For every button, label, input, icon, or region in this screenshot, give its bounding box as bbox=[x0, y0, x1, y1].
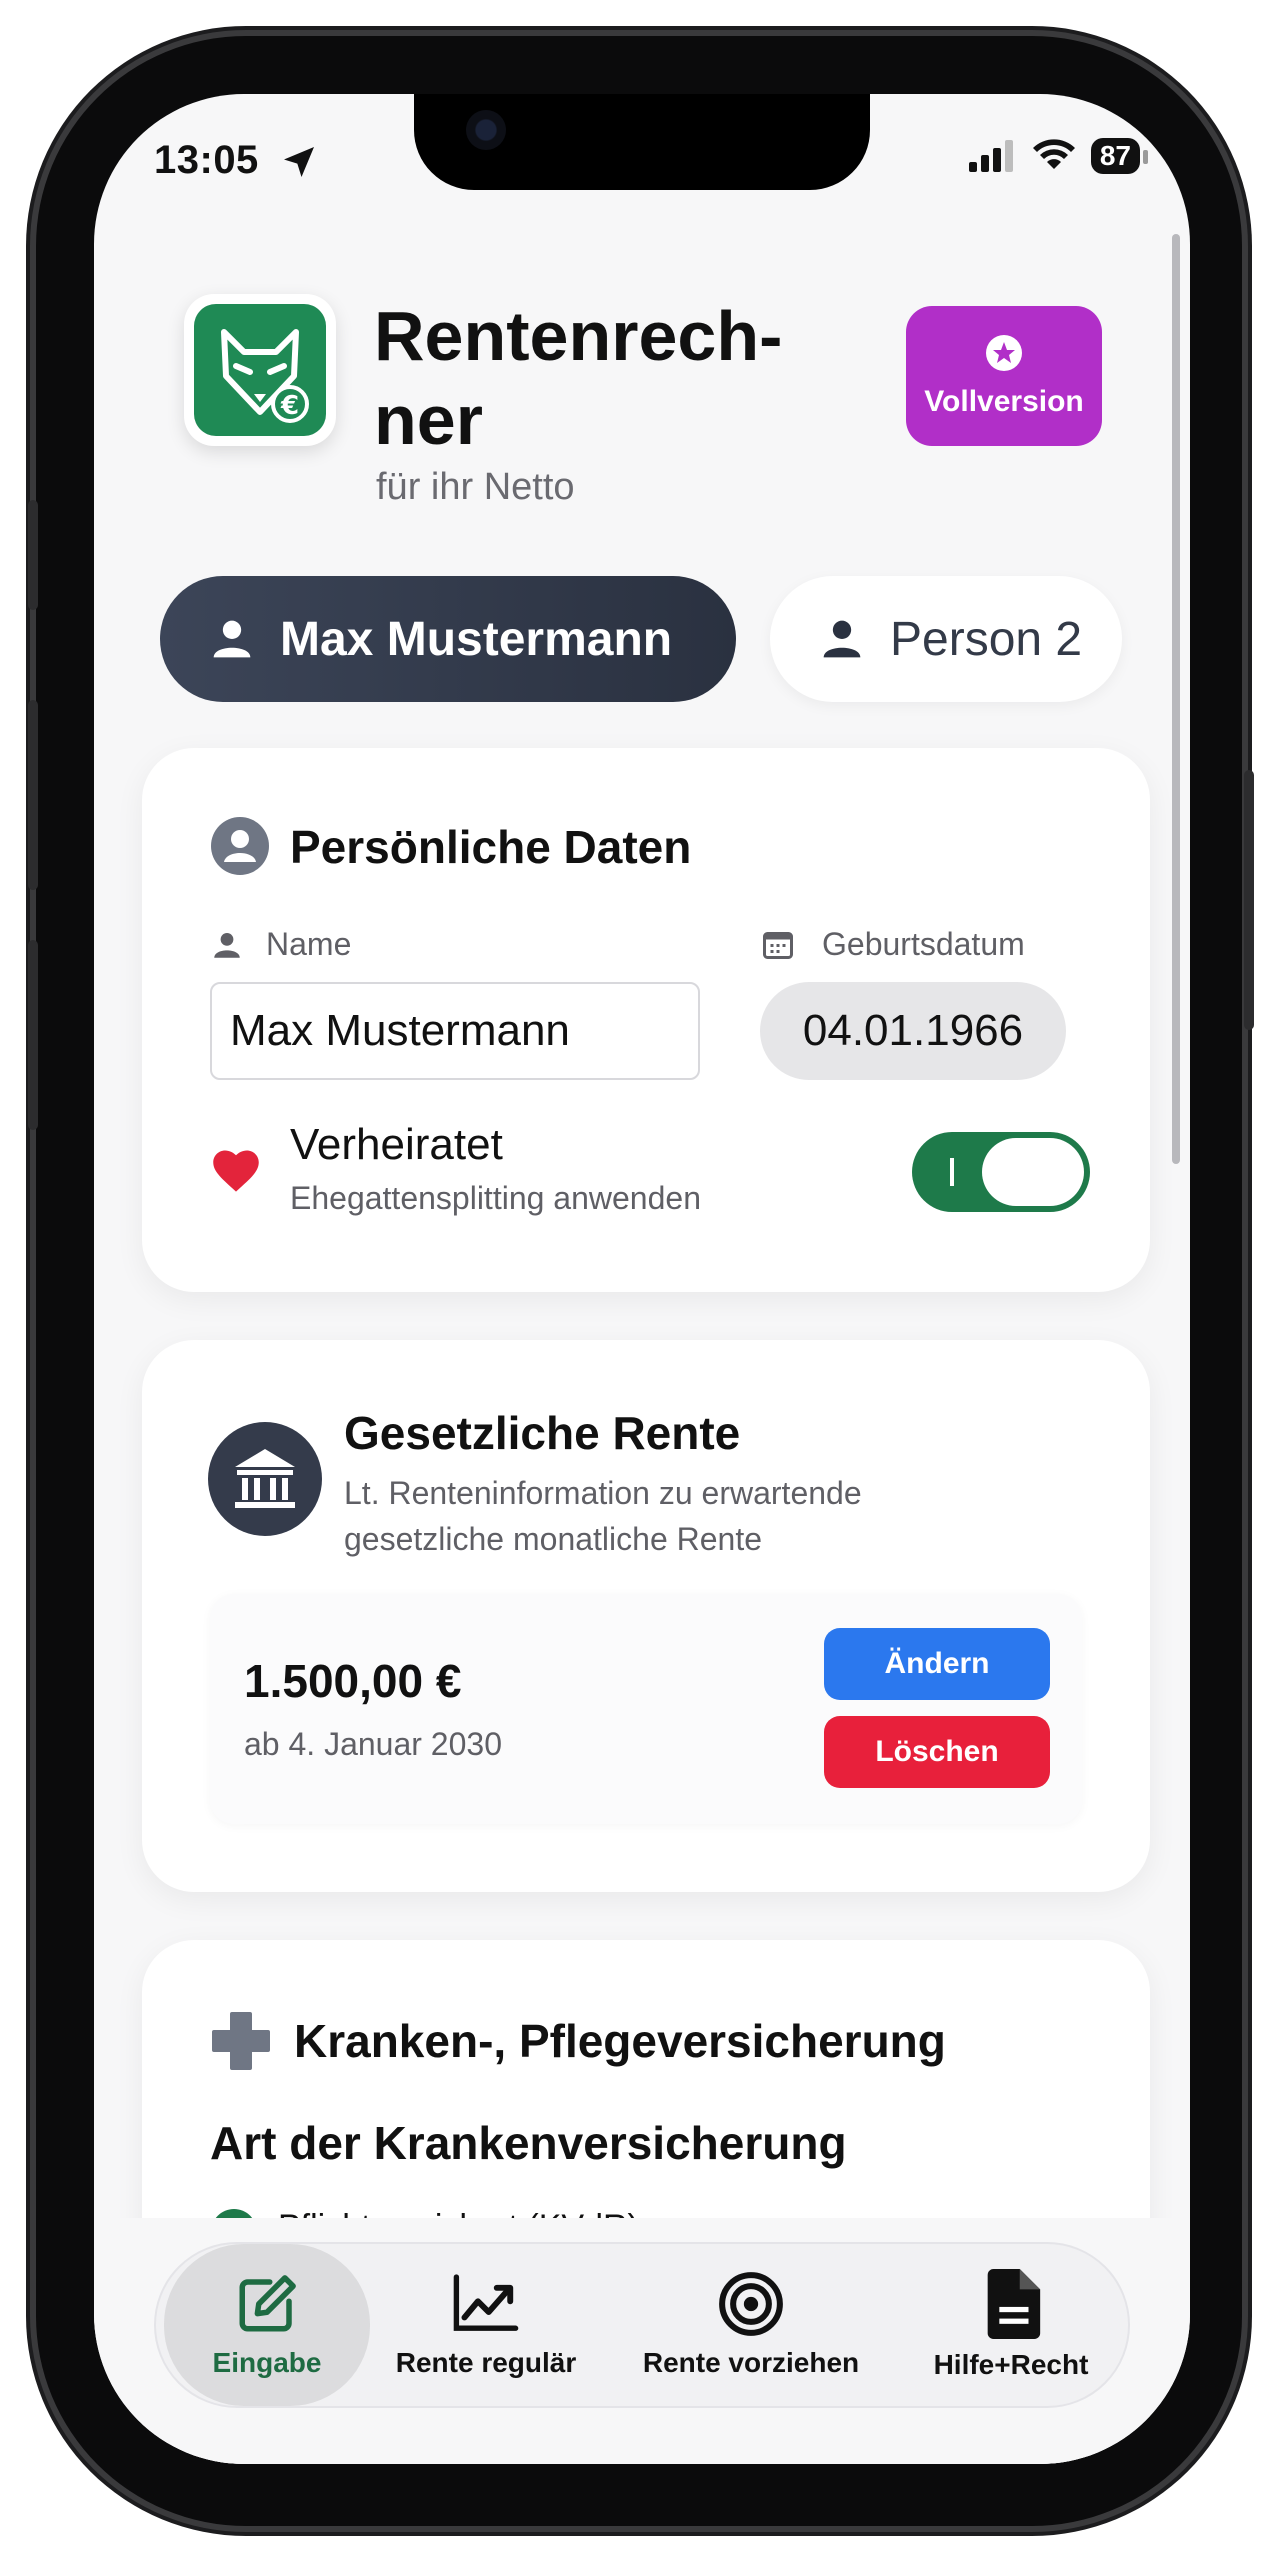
nav-label-eingabe: Eingabe bbox=[212, 2347, 322, 2378]
app-title: Rentenrech- ner bbox=[374, 297, 783, 459]
married-toggle[interactable] bbox=[912, 1132, 1090, 1212]
signal-icon bbox=[968, 140, 1013, 172]
volume-down-button bbox=[28, 940, 38, 1130]
tab-person-2-label: Person 2 bbox=[890, 612, 1083, 666]
nav-item-rente-vorziehen[interactable]: Rente vorziehen bbox=[626, 2244, 876, 2406]
nav-label-hilfe-recht: Hilfe+Recht bbox=[933, 2349, 1089, 2380]
pension-entry: 1.500,00 € ab 4. Januar 2030 Ändern Lösc… bbox=[210, 1594, 1082, 1824]
name-label: Name bbox=[266, 926, 352, 962]
bottom-navigation: Eingabe Rente regulär Rente vorziehen Hi… bbox=[154, 2242, 1130, 2408]
personal-data-title: Persönliche Daten bbox=[290, 821, 692, 873]
person-icon bbox=[214, 932, 240, 958]
pension-subtitle: Lt. Renteninformation zu erwartende gese… bbox=[344, 1475, 862, 1557]
married-sublabel: Ehegattensplitting anwenden bbox=[290, 1180, 701, 1216]
married-label: Verheiratet bbox=[290, 1120, 503, 1169]
target-icon bbox=[719, 2272, 783, 2336]
calendar-icon bbox=[763, 932, 793, 959]
person-icon bbox=[823, 620, 861, 658]
full-version-label: Vollversion bbox=[924, 385, 1084, 418]
app-subtitle: für ihr Netto bbox=[376, 466, 575, 508]
silent-switch bbox=[28, 500, 38, 610]
heart-icon bbox=[213, 1150, 259, 1192]
tab-person-2[interactable]: Person 2 bbox=[770, 576, 1122, 702]
battery-indicator: 87 bbox=[1090, 138, 1149, 174]
tab-person-1-label: Max Mustermann bbox=[280, 612, 673, 666]
account-circle-icon bbox=[211, 817, 269, 875]
app-header: € Rentenrech- ner für ihr Netto Vollvers… bbox=[94, 294, 1190, 514]
tab-person-1[interactable]: Max Mustermann bbox=[160, 576, 736, 702]
volume-up-button bbox=[28, 700, 38, 890]
status-time: 13:05 bbox=[154, 138, 259, 182]
birthdate-picker[interactable]: 04.01.1966 bbox=[760, 982, 1066, 1080]
statutory-pension-card: Gesetzliche Rente Lt. Renteninformation … bbox=[142, 1340, 1150, 1892]
pension-title: Gesetzliche Rente bbox=[344, 1407, 741, 1459]
edit-icon bbox=[239, 2275, 296, 2332]
location-arrow-icon bbox=[284, 147, 314, 177]
pension-amount: 1.500,00 € bbox=[244, 1655, 462, 1707]
nav-item-eingabe[interactable]: Eingabe bbox=[164, 2244, 370, 2406]
medical-cross-icon bbox=[212, 2012, 270, 2070]
person-icon bbox=[213, 620, 251, 658]
chart-line-icon bbox=[453, 2274, 519, 2331]
person-tabs: Max Mustermann Person 2 bbox=[160, 576, 1122, 702]
document-icon bbox=[987, 2269, 1041, 2339]
bank-icon bbox=[208, 1422, 322, 1536]
birthdate-label: Geburtsdatum bbox=[822, 926, 1025, 962]
insurance-title: Kranken-, Pflegeversicherung bbox=[294, 2015, 946, 2067]
power-button bbox=[1244, 770, 1254, 1030]
insurance-section-title: Art der Krankenversicherung bbox=[210, 2117, 847, 2169]
status-bar: 13:05 87 bbox=[94, 138, 1190, 208]
personal-data-card: Persönliche Daten Name Geburtsdatum 04.0… bbox=[142, 748, 1150, 1292]
delete-button[interactable]: Löschen bbox=[824, 1716, 1050, 1788]
nav-label-rente-vorziehen: Rente vorziehen bbox=[642, 2347, 860, 2378]
app-screen: 13:05 87 € Rentenrech- ner für ihr Netto… bbox=[94, 94, 1190, 2464]
fox-logo-icon: € bbox=[221, 329, 309, 423]
wifi-icon bbox=[1032, 139, 1075, 169]
nav-item-hilfe-recht[interactable]: Hilfe+Recht bbox=[906, 2244, 1116, 2406]
pension-start-date: ab 4. Januar 2030 bbox=[244, 1726, 502, 1762]
full-version-button[interactable]: Vollversion bbox=[906, 306, 1102, 446]
svg-text:€: € bbox=[280, 391, 299, 421]
edit-button[interactable]: Ändern bbox=[824, 1628, 1050, 1700]
star-badge-icon bbox=[986, 335, 1022, 371]
app-logo: € bbox=[184, 294, 336, 446]
nav-label-rente-regulaer: Rente regulär bbox=[395, 2347, 577, 2378]
nav-item-rente-regulaer[interactable]: Rente regulär bbox=[376, 2244, 596, 2406]
name-input[interactable] bbox=[210, 982, 700, 1080]
